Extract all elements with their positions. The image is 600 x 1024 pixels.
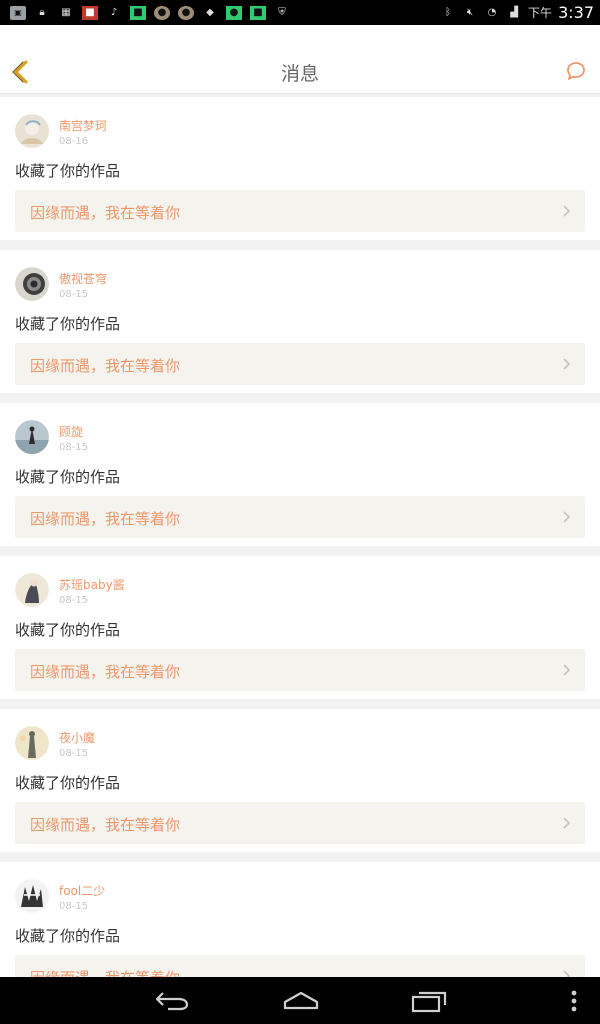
work-quote: 因缘而遇，我在等着你 xyxy=(30,357,181,375)
message-card: 傲视苍穹 08-15 收藏了你的作品 因缘而遇，我在等着你 xyxy=(0,250,600,393)
user-name[interactable]: 南宫梦珂 xyxy=(59,117,107,134)
chevron-right-icon xyxy=(563,205,571,217)
work-quote: 因缘而遇，我在等着你 xyxy=(30,204,181,222)
chevron-right-icon xyxy=(563,817,571,829)
chevron-right-icon xyxy=(563,664,571,676)
work-quote: 因缘而遇，我在等着你 xyxy=(30,816,181,834)
user-name[interactable]: 苏瑶baby酱 xyxy=(59,576,125,593)
user-name[interactable]: 夜小魔 xyxy=(59,729,95,746)
avatar[interactable] xyxy=(15,726,49,760)
message-action: 收藏了你的作品 xyxy=(15,774,121,792)
avatar[interactable] xyxy=(15,573,49,607)
system-recents-button[interactable] xyxy=(411,989,447,1013)
work-quote: 因缘而遇，我在等着你 xyxy=(30,967,180,977)
message-date: 08-15 xyxy=(59,901,89,912)
message-action: 收藏了你的作品 xyxy=(15,315,121,333)
image-icon: ▦ xyxy=(61,6,71,18)
avatar[interactable] xyxy=(15,267,49,301)
app-icon: ● xyxy=(226,5,242,20)
signal-icon: ▟ xyxy=(510,6,518,18)
avatar-image xyxy=(15,114,49,148)
work-quote: 因缘而遇，我在等着你 xyxy=(30,510,181,528)
tiktok-icon: ♪ xyxy=(110,6,118,18)
work-link[interactable]: 因缘而遇，我在等着你 xyxy=(15,343,585,385)
clock: 3:37 xyxy=(558,3,594,22)
notification-icon: ▣ xyxy=(10,5,26,20)
app-icon: ◆ xyxy=(206,6,214,18)
status-bar-system: ᛒ 🔇︎ ◔ ▟ 下午 3:37 xyxy=(440,0,594,25)
work-link[interactable]: 因缘而遇，我在等着你 xyxy=(15,802,585,844)
mute-icon: 🔇︎ xyxy=(466,6,474,18)
avatar-image xyxy=(15,267,49,301)
system-back-button[interactable] xyxy=(154,989,190,1011)
work-link[interactable]: 因缘而遇，我在等着你 xyxy=(15,190,585,232)
message-date: 08-15 xyxy=(59,289,89,300)
status-bar-notifications: ▣ 🔒︎ ▦ ■ ♪ ■ ● ● ◆ ● ■ ⛨ xyxy=(0,0,290,25)
message-list: 南宫梦珂 08-16 收藏了你的作品 因缘而遇，我在等着你 傲视苍穹 08-15… xyxy=(0,97,600,977)
user-name[interactable]: fool二少 xyxy=(59,882,105,899)
message-date: 08-16 xyxy=(59,136,89,147)
home-icon xyxy=(283,991,319,1010)
app-icon: ● xyxy=(178,5,194,20)
message-date: 08-15 xyxy=(59,748,89,759)
avatar[interactable] xyxy=(15,114,49,148)
bluetooth-icon: ᛒ xyxy=(445,6,452,18)
app-icon: ■ xyxy=(250,5,266,20)
chevron-right-icon xyxy=(563,970,571,977)
message-card: 夜小魔 08-15 收藏了你的作品 因缘而遇，我在等着你 xyxy=(0,709,600,852)
message-card: 顾旋 08-15 收藏了你的作品 因缘而遇，我在等着你 xyxy=(0,403,600,546)
chat-button[interactable] xyxy=(566,61,586,81)
avatar-image xyxy=(15,573,49,607)
app-icon: ● xyxy=(154,5,170,20)
message-action: 收藏了你的作品 xyxy=(15,927,121,945)
avatar[interactable] xyxy=(15,879,49,913)
status-bar: ▣ 🔒︎ ▦ ■ ♪ ■ ● ● ◆ ● ■ ⛨ ᛒ 🔇︎ ◔ ▟ 下午 3:3… xyxy=(0,0,600,25)
message-card: 南宫梦珂 08-16 收藏了你的作品 因缘而遇，我在等着你 xyxy=(0,97,600,240)
user-name[interactable]: 顾旋 xyxy=(59,423,83,440)
app-icon: ■ xyxy=(130,5,146,20)
time-prefix: 下午 xyxy=(528,6,553,20)
avatar[interactable] xyxy=(15,420,49,454)
avatar-image xyxy=(15,420,49,454)
system-menu-button[interactable] xyxy=(570,989,578,1013)
message-card: 苏瑶baby酱 08-15 收藏了你的作品 因缘而遇，我在等着你 xyxy=(0,556,600,699)
chat-bubble-icon xyxy=(567,62,585,80)
menu-icon xyxy=(571,990,577,1012)
work-link[interactable]: 因缘而遇，我在等着你 xyxy=(15,496,585,538)
recents-icon xyxy=(411,991,447,1013)
system-navigation-bar xyxy=(0,977,600,1024)
shield-icon: ⛨ xyxy=(278,6,286,18)
app-icon: ■ xyxy=(82,5,98,20)
page-title: 消息 xyxy=(280,63,319,85)
message-action: 收藏了你的作品 xyxy=(15,621,121,639)
work-link[interactable]: 因缘而遇，我在等着你 xyxy=(15,955,585,977)
work-quote: 因缘而遇，我在等着你 xyxy=(30,663,181,681)
message-date: 08-15 xyxy=(59,442,89,453)
message-action: 收藏了你的作品 xyxy=(15,468,121,486)
message-date: 08-15 xyxy=(59,595,89,606)
avatar-image xyxy=(15,726,49,760)
system-home-button[interactable] xyxy=(282,990,320,1012)
lock-icon: 🔒︎ xyxy=(39,6,45,18)
message-action: 收藏了你的作品 xyxy=(15,162,121,180)
top-navigation: 消息 xyxy=(0,25,600,94)
back-icon xyxy=(155,992,189,1011)
wifi-icon: ◔ xyxy=(487,6,497,18)
chevron-right-icon xyxy=(563,358,571,370)
chevron-right-icon xyxy=(563,511,571,523)
work-link[interactable]: 因缘而遇，我在等着你 xyxy=(15,649,585,691)
user-name[interactable]: 傲视苍穹 xyxy=(59,270,107,287)
message-card: fool二少 08-15 收藏了你的作品 因缘而遇，我在等着你 xyxy=(0,862,600,977)
avatar-image xyxy=(15,879,49,913)
